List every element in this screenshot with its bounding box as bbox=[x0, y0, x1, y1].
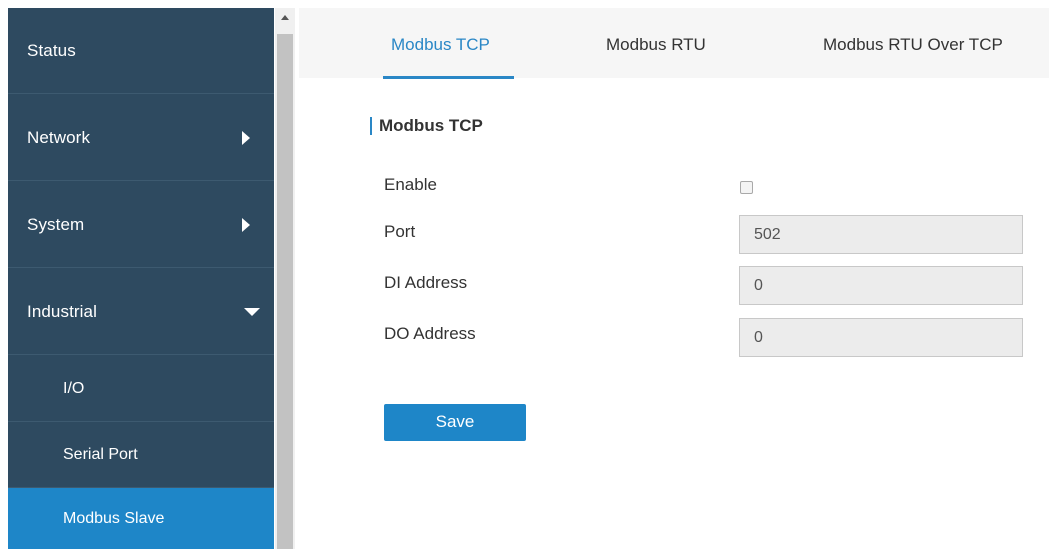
sidebar: Status Network System Industrial I/O Ser… bbox=[8, 8, 274, 549]
sidebar-item-industrial[interactable]: Industrial bbox=[8, 269, 274, 355]
sidebar-subitem-label: I/O bbox=[63, 379, 85, 397]
sidebar-item-label: Status bbox=[27, 40, 76, 60]
tab-bar: Modbus TCP Modbus RTU Modbus RTU Over TC… bbox=[299, 8, 1049, 79]
port-input[interactable]: 502 bbox=[739, 215, 1023, 254]
do-address-label: DO Address bbox=[384, 324, 476, 343]
tab-modbus-rtu[interactable]: Modbus RTU bbox=[599, 8, 729, 78]
section-title: Modbus TCP bbox=[379, 116, 483, 135]
tab-active-indicator bbox=[383, 76, 514, 79]
section-title-marker bbox=[370, 117, 372, 135]
tab-label: Modbus RTU Over TCP bbox=[823, 35, 1003, 54]
tab-modbus-rtu-over-tcp[interactable]: Modbus RTU Over TCP bbox=[814, 8, 1044, 78]
sidebar-subitem-modbus-slave[interactable]: Modbus Slave bbox=[8, 488, 274, 549]
sidebar-item-network[interactable]: Network bbox=[8, 95, 274, 181]
tab-modbus-tcp[interactable]: Modbus TCP bbox=[383, 8, 514, 78]
sidebar-item-label: System bbox=[27, 214, 85, 234]
chevron-right-icon bbox=[242, 130, 250, 145]
chevron-down-icon bbox=[244, 307, 260, 316]
sidebar-item-system[interactable]: System bbox=[8, 182, 274, 268]
di-address-input[interactable]: 0 bbox=[739, 266, 1023, 305]
scroll-up-arrow-icon[interactable] bbox=[281, 15, 289, 20]
sidebar-item-label: Industrial bbox=[27, 301, 97, 321]
enable-label: Enable bbox=[384, 175, 437, 194]
sidebar-item-label: Network bbox=[27, 127, 91, 147]
sidebar-scrollbar[interactable] bbox=[275, 8, 295, 549]
tab-label: Modbus RTU bbox=[606, 35, 706, 54]
sidebar-subitem-label: Serial Port bbox=[63, 445, 138, 463]
do-address-input[interactable]: 0 bbox=[739, 318, 1023, 357]
port-label: Port bbox=[384, 222, 416, 241]
chevron-right-icon bbox=[242, 217, 250, 232]
sidebar-subitem-io[interactable]: I/O bbox=[8, 356, 274, 422]
enable-checkbox[interactable] bbox=[740, 181, 753, 194]
tab-label: Modbus TCP bbox=[391, 35, 490, 54]
sidebar-item-status[interactable]: Status bbox=[8, 8, 274, 94]
sidebar-subitem-serial-port[interactable]: Serial Port bbox=[8, 422, 274, 488]
scrollbar-thumb[interactable] bbox=[277, 34, 293, 549]
sidebar-subitem-label: Modbus Slave bbox=[63, 509, 165, 527]
save-button[interactable]: Save bbox=[384, 404, 526, 441]
di-address-label: DI Address bbox=[384, 273, 468, 292]
